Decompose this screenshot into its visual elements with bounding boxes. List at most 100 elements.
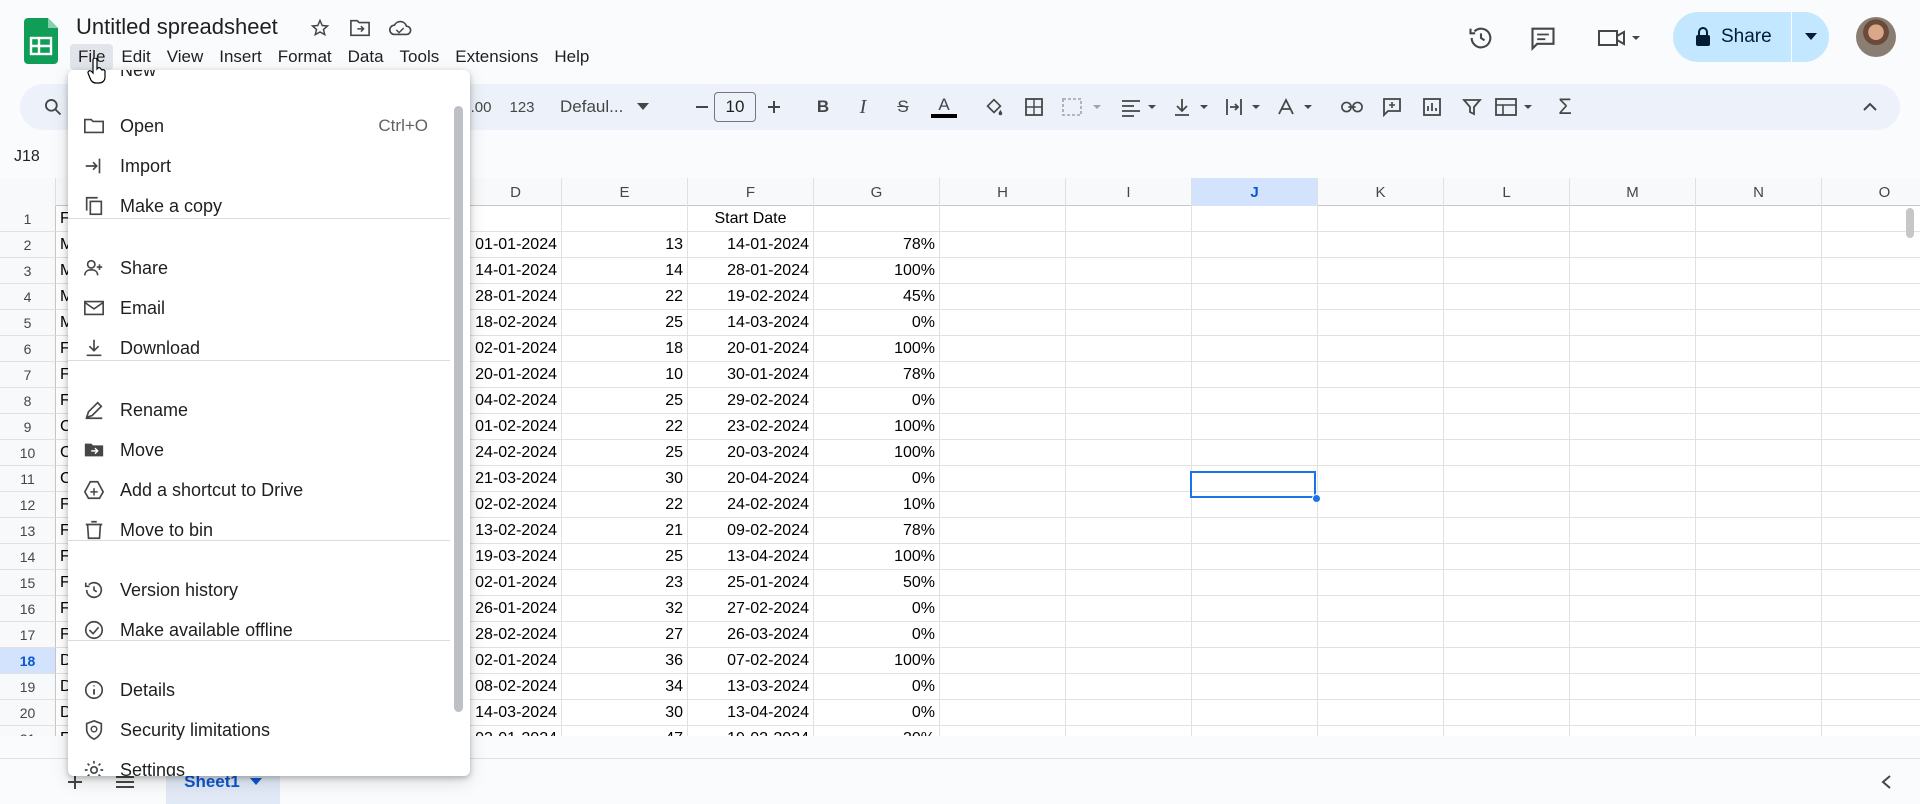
cell[interactable]: [1822, 674, 1920, 700]
cell[interactable]: 0%: [814, 596, 940, 622]
cell[interactable]: [1570, 362, 1696, 388]
cell[interactable]: [1066, 518, 1192, 544]
cell[interactable]: [1066, 700, 1192, 726]
column-header[interactable]: F: [688, 178, 814, 206]
file-menu-item-move[interactable]: Move: [68, 430, 448, 470]
cell[interactable]: [562, 206, 688, 232]
file-menu-item-download[interactable]: Download: [68, 328, 448, 368]
cell[interactable]: [1066, 258, 1192, 284]
cell[interactable]: [1444, 622, 1570, 648]
cell[interactable]: [1696, 310, 1822, 336]
cell[interactable]: [940, 414, 1066, 440]
file-menu-item-move-to-bin[interactable]: Move to bin: [68, 510, 448, 550]
share-button[interactable]: Share: [1673, 12, 1829, 62]
fill-color-icon[interactable]: [978, 92, 1010, 122]
cell[interactable]: [1192, 518, 1318, 544]
cell[interactable]: [940, 674, 1066, 700]
cell[interactable]: [940, 648, 1066, 674]
cell[interactable]: [1066, 206, 1192, 232]
strikethrough-button[interactable]: S: [888, 92, 918, 122]
cell[interactable]: [1066, 414, 1192, 440]
cell[interactable]: 0%: [814, 700, 940, 726]
search-menus-icon[interactable]: [38, 92, 68, 122]
cell[interactable]: [1696, 362, 1822, 388]
cell[interactable]: 03-01-2024: [470, 726, 562, 736]
cell[interactable]: [1822, 258, 1920, 284]
cell[interactable]: [1192, 414, 1318, 440]
cell[interactable]: 50%: [814, 570, 940, 596]
file-menu-item-share[interactable]: Share: [68, 248, 448, 288]
cell[interactable]: 02-02-2024: [470, 492, 562, 518]
cell[interactable]: [1318, 310, 1444, 336]
cell[interactable]: [1444, 648, 1570, 674]
cell[interactable]: [940, 466, 1066, 492]
cell[interactable]: [1444, 544, 1570, 570]
cell[interactable]: 20-01-2024: [688, 336, 814, 362]
column-header[interactable]: G: [814, 178, 940, 206]
cell[interactable]: [1066, 232, 1192, 258]
cell[interactable]: 19-02-2024: [688, 284, 814, 310]
decrease-font-size-button[interactable]: [688, 92, 716, 122]
row-header[interactable]: 17: [0, 622, 56, 648]
cell[interactable]: [1318, 544, 1444, 570]
file-menu-item-version-history[interactable]: Version history: [68, 570, 448, 610]
increase-decimal-button[interactable]: .00: [468, 92, 494, 122]
cell[interactable]: [1444, 258, 1570, 284]
file-menu-new[interactable]: New: [68, 70, 448, 84]
file-menu-item-import[interactable]: Import: [68, 146, 448, 186]
cell[interactable]: [1192, 362, 1318, 388]
column-header[interactable]: N: [1696, 178, 1822, 206]
row-header[interactable]: 5: [0, 310, 56, 336]
cell[interactable]: 30-01-2024: [688, 362, 814, 388]
cell[interactable]: [940, 258, 1066, 284]
cell[interactable]: 32: [562, 596, 688, 622]
cell[interactable]: [1318, 492, 1444, 518]
share-dropdown-chevron-icon[interactable]: [1792, 33, 1829, 41]
cell[interactable]: [940, 284, 1066, 310]
cell[interactable]: [1318, 674, 1444, 700]
cell[interactable]: [1444, 570, 1570, 596]
cell[interactable]: 02-01-2024: [470, 336, 562, 362]
cell[interactable]: 100%: [814, 648, 940, 674]
cell[interactable]: [1192, 544, 1318, 570]
increase-font-size-button[interactable]: [760, 92, 788, 122]
cell[interactable]: [1570, 700, 1696, 726]
cell[interactable]: 100%: [814, 414, 940, 440]
menu-edit[interactable]: Edit: [113, 44, 158, 70]
cell[interactable]: 25-01-2024: [688, 570, 814, 596]
cell[interactable]: [1822, 310, 1920, 336]
cell[interactable]: [1696, 388, 1822, 414]
cell[interactable]: 14-03-2024: [470, 700, 562, 726]
cell[interactable]: 28-01-2024: [470, 284, 562, 310]
row-header[interactable]: 15: [0, 570, 56, 596]
cell[interactable]: [1696, 206, 1822, 232]
cell[interactable]: [1444, 700, 1570, 726]
cell[interactable]: [1066, 674, 1192, 700]
cell[interactable]: [1822, 232, 1920, 258]
cell[interactable]: 78%: [814, 518, 940, 544]
cell[interactable]: 78%: [814, 362, 940, 388]
cell[interactable]: [1822, 570, 1920, 596]
cell[interactable]: [1444, 388, 1570, 414]
file-menu-item-make-a-copy[interactable]: Make a copy: [68, 186, 448, 226]
cell[interactable]: [940, 310, 1066, 336]
cell[interactable]: 28-01-2024: [688, 258, 814, 284]
cell[interactable]: 14-03-2024: [688, 310, 814, 336]
select-all-corner[interactable]: [0, 178, 56, 206]
row-header[interactable]: 21: [0, 726, 56, 736]
cell[interactable]: 0%: [814, 674, 940, 700]
cell[interactable]: [1822, 466, 1920, 492]
cell[interactable]: [940, 544, 1066, 570]
cell[interactable]: [1570, 388, 1696, 414]
cell[interactable]: 25: [562, 440, 688, 466]
cell[interactable]: 28-02-2024: [470, 622, 562, 648]
cell[interactable]: [1318, 648, 1444, 674]
cell[interactable]: 04-02-2024: [470, 388, 562, 414]
cell[interactable]: [1318, 232, 1444, 258]
cell[interactable]: [1066, 726, 1192, 736]
cell[interactable]: 13-04-2024: [688, 544, 814, 570]
menu-view[interactable]: View: [159, 44, 212, 70]
cell[interactable]: [1192, 674, 1318, 700]
filter-icon[interactable]: [1456, 92, 1488, 122]
cell[interactable]: [1696, 284, 1822, 310]
